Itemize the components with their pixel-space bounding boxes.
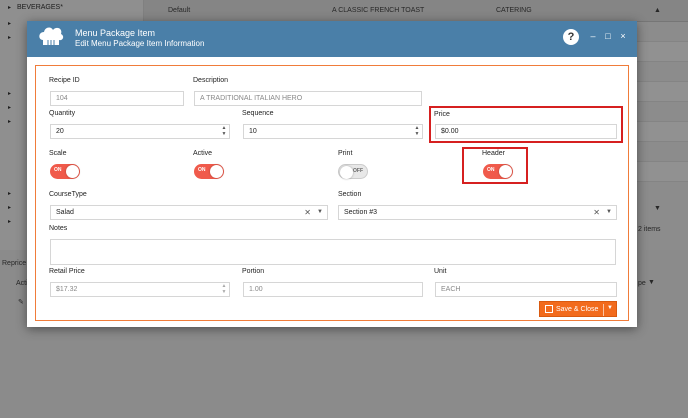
portion-label: Portion [242, 268, 265, 275]
save-and-close-button[interactable]: Save & Close ▼ [539, 301, 617, 317]
header-highlight [462, 147, 528, 184]
close-button[interactable]: × [617, 30, 629, 42]
active-label: Active [193, 150, 213, 157]
notes-label: Notes [49, 225, 68, 232]
section-select[interactable]: Section #3 ✕ ▼ [338, 205, 617, 220]
print-toggle[interactable]: OFF [338, 164, 368, 179]
unit-label: Unit [434, 268, 447, 275]
minimize-button[interactable]: – [587, 30, 599, 42]
clear-icon[interactable]: ✕ [304, 206, 311, 219]
chevron-down-icon[interactable]: ▼ [317, 206, 323, 219]
notes-textarea[interactable] [50, 239, 616, 265]
course-type-select[interactable]: Salad ✕ ▼ [50, 205, 328, 220]
scale-label: Scale [49, 150, 67, 157]
unit-field: EACH [435, 282, 617, 297]
section-label: Section [338, 191, 362, 198]
chevron-down-icon[interactable]: ▼ [606, 206, 612, 219]
active-toggle[interactable]: ON [194, 164, 224, 179]
sequence-stepper[interactable]: 10 ▲ ▼ [243, 124, 423, 139]
scale-toggle[interactable]: ON [50, 164, 80, 179]
chevron-down-icon[interactable]: ▼ [607, 305, 613, 311]
chef-hat-icon [39, 27, 64, 48]
quantity-label: Quantity [49, 110, 76, 117]
save-icon [545, 305, 553, 313]
recipe-id-field: 104 [50, 91, 184, 106]
retail-price-field: $17.32 ▲ ▼ [50, 282, 230, 297]
sequence-label: Sequence [242, 110, 274, 117]
print-label: Print [338, 150, 353, 157]
dialog-titlebar[interactable]: Menu Package Item Edit Menu Package Item… [27, 21, 637, 57]
portion-field: 1.00 [243, 282, 423, 297]
dialog-title: Menu Package Item [75, 28, 156, 38]
clear-icon[interactable]: ✕ [593, 206, 600, 219]
help-icon[interactable]: ? [563, 29, 579, 45]
description-label: Description [193, 77, 229, 84]
course-type-label: CourseType [49, 191, 87, 198]
maximize-button[interactable]: □ [602, 30, 614, 42]
dialog-subtitle: Edit Menu Package Item Information [75, 39, 205, 48]
description-field: A TRADITIONAL ITALIAN HERO [194, 91, 422, 106]
quantity-stepper[interactable]: 20 ▲ ▼ [50, 124, 230, 139]
stepper-arrows-icon[interactable]: ▲ ▼ [219, 125, 229, 138]
price-highlight [429, 106, 623, 143]
retail-price-label: Retail Price [49, 268, 85, 275]
menu-package-item-dialog: Menu Package Item Edit Menu Package Item… [27, 21, 637, 327]
stepper-arrows-icon: ▲ ▼ [221, 283, 227, 295]
recipe-id-label: Recipe ID [49, 77, 80, 84]
stepper-arrows-icon[interactable]: ▲ ▼ [412, 125, 422, 138]
item-form: Recipe ID 104 Description A TRADITIONAL … [35, 65, 629, 321]
